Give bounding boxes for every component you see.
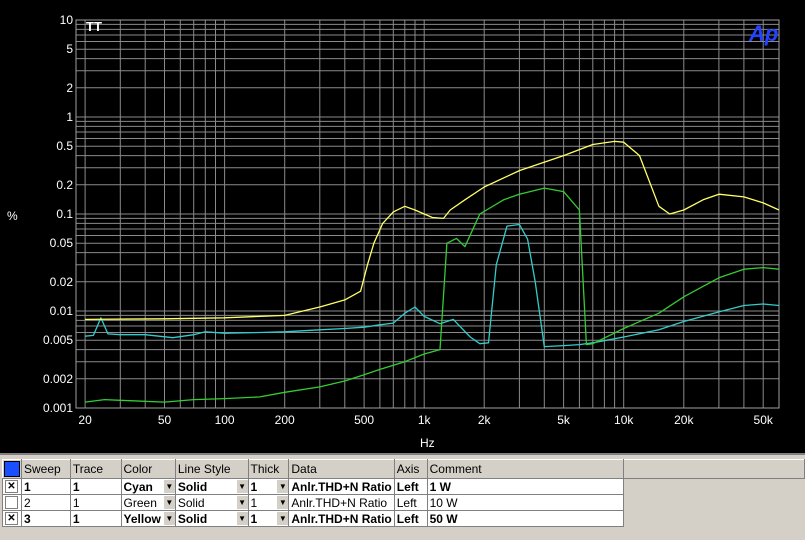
y-tick-label: 5 <box>66 42 73 56</box>
col-header-axis[interactable]: Axis <box>393 459 428 479</box>
cell-axis[interactable]: Left <box>393 494 428 511</box>
row-checkbox-cell[interactable] <box>2 494 22 511</box>
chevron-down-icon[interactable]: ▼ <box>162 496 175 509</box>
cell-sweep[interactable]: 2 <box>21 494 71 511</box>
cell-line-style[interactable]: Solid ▼ <box>174 494 249 511</box>
x-tick-label: 10k <box>614 413 634 427</box>
cell-thick[interactable]: 1 ▼ <box>247 478 290 495</box>
table-row[interactable]: ✕ 3 1 Yellow ▼ Solid ▼ 1 ▼ Anlr.THD+N Ratio… <box>2 510 805 527</box>
chevron-down-icon[interactable]: ▼ <box>276 512 288 525</box>
col-header-color[interactable]: Color <box>120 459 176 479</box>
cell-thick[interactable]: 1 ▼ <box>247 494 290 511</box>
cell-line-style-value: Solid <box>177 511 208 526</box>
corner-label: TT <box>86 19 102 34</box>
y-tick-label: 10 <box>60 13 74 27</box>
x-tick-label: 100 <box>215 413 235 427</box>
cell-sweep[interactable]: 1 <box>21 478 71 495</box>
x-tick-label: 5k <box>557 413 571 427</box>
col-header-line-style[interactable]: Line Style <box>174 459 249 479</box>
chevron-down-icon[interactable]: ▼ <box>276 480 288 493</box>
cell-thick-value: 1 <box>250 511 258 526</box>
y-tick-label: 1 <box>66 110 73 124</box>
cell-trace[interactable]: 1 <box>69 494 122 511</box>
chevron-down-icon[interactable]: ▼ <box>235 480 248 493</box>
y-axis-label: % <box>7 209 18 223</box>
chevron-down-icon[interactable]: ▼ <box>162 480 175 493</box>
ap-logo: Ap <box>748 21 778 46</box>
chevron-down-icon[interactable]: ▼ <box>235 512 248 525</box>
y-tick-label: 0.5 <box>56 139 73 153</box>
col-header-sweep[interactable]: Sweep <box>21 459 71 479</box>
cell-line-style-value: Solid <box>177 479 208 494</box>
cell-comment[interactable]: 50 W <box>426 510 624 527</box>
cell-axis[interactable]: Left <box>393 478 428 495</box>
cell-color[interactable]: Yellow ▼ <box>120 510 176 527</box>
cell-line-style[interactable]: Solid ▼ <box>174 478 249 495</box>
cell-data[interactable]: Anlr.THD+N Ratio <box>288 494 395 511</box>
y-tick-label: 0.002 <box>43 372 73 386</box>
x-tick-label: 200 <box>275 413 295 427</box>
table-row[interactable]: ✕ 1 1 Cyan ▼ Solid ▼ 1 ▼ Anlr.THD+N Ratio L… <box>2 478 805 495</box>
chevron-down-icon[interactable]: ▼ <box>276 496 288 509</box>
cell-thick-value: 1 <box>250 479 258 494</box>
y-tick-label: 0.01 <box>50 304 74 318</box>
cell-data[interactable]: Anlr.THD+N Ratio <box>288 478 395 495</box>
cell-color-value: Yellow <box>123 511 161 526</box>
y-tick-label: 0.005 <box>43 333 73 347</box>
series-line-10-w <box>85 187 780 403</box>
cell-trace[interactable]: 1 <box>69 478 122 495</box>
row-checkbox[interactable]: ✕ <box>5 512 18 525</box>
y-tick-label: 0.05 <box>50 236 74 250</box>
cell-line-style[interactable]: Solid ▼ <box>174 510 249 527</box>
corner-swatch <box>4 461 20 477</box>
y-tick-label: 0.001 <box>43 401 73 415</box>
cell-line-style-value: Solid <box>177 495 205 510</box>
col-header-data[interactable]: Data <box>288 459 395 479</box>
x-tick-label: 2k <box>478 413 492 427</box>
sweep-table: Sweep Trace Color Line Style Thick Data … <box>2 459 805 527</box>
cell-color-value: Green <box>123 495 157 510</box>
cell-thick-value: 1 <box>250 495 258 510</box>
chevron-down-icon[interactable]: ▼ <box>162 512 175 525</box>
x-axis-label: Hz <box>420 436 435 450</box>
select-all-corner[interactable] <box>2 459 22 479</box>
row-checkbox-cell[interactable]: ✕ <box>2 510 22 527</box>
chevron-down-icon[interactable]: ▼ <box>235 496 248 509</box>
x-tick-label: 20k <box>674 413 694 427</box>
table-header-row: Sweep Trace Color Line Style Thick Data … <box>2 459 805 479</box>
cell-comment[interactable]: 1 W <box>426 478 624 495</box>
cell-trace[interactable]: 1 <box>69 510 122 527</box>
sweep-legend-panel: Sweep Trace Color Line Style Thick Data … <box>0 453 805 540</box>
table-row[interactable]: 2 1 Green ▼ Solid ▼ 1 ▼ Anlr.THD+N Ratio Le… <box>2 494 805 511</box>
row-checkbox-cell[interactable]: ✕ <box>2 478 22 495</box>
thd-n-chart: 20 50 100 200 500 1k 2k 5k 10k 20k 50k 10 5 2 1 0.5 0.2 0… <box>7 13 780 450</box>
y-tick-label: 2 <box>66 81 73 95</box>
cell-color[interactable]: Cyan ▼ <box>120 478 176 495</box>
cell-thick[interactable]: 1 ▼ <box>247 510 290 527</box>
y-tick-label: 0.2 <box>56 178 73 192</box>
col-header-trace[interactable]: Trace <box>69 459 122 479</box>
graph-panel: 20 50 100 200 500 1k 2k 5k 10k 20k 50k 10 5 2 1 0.5 0.2 0… <box>0 0 805 453</box>
x-tick-label: 1k <box>418 413 432 427</box>
cell-axis[interactable]: Left <box>393 510 428 527</box>
cell-sweep[interactable]: 3 <box>21 510 71 527</box>
x-tick-label: 20 <box>78 413 92 427</box>
col-header-comment[interactable]: Comment <box>426 459 624 479</box>
cell-data[interactable]: Anlr.THD+N Ratio <box>288 510 395 527</box>
cell-color-value: Cyan <box>123 479 153 494</box>
row-checkbox[interactable]: ✕ <box>5 480 18 493</box>
cell-color[interactable]: Green ▼ <box>120 494 176 511</box>
y-tick-label: 0.02 <box>50 275 74 289</box>
x-tick-label: 500 <box>354 413 374 427</box>
y-tick-label: 0.1 <box>56 207 73 221</box>
x-tick-label: 50 <box>158 413 172 427</box>
x-tick-label: 50k <box>754 413 774 427</box>
row-checkbox[interactable] <box>5 496 18 509</box>
col-header-empty <box>622 459 805 479</box>
cell-comment[interactable]: 10 W <box>426 494 624 511</box>
col-header-thick[interactable]: Thick <box>247 459 290 479</box>
